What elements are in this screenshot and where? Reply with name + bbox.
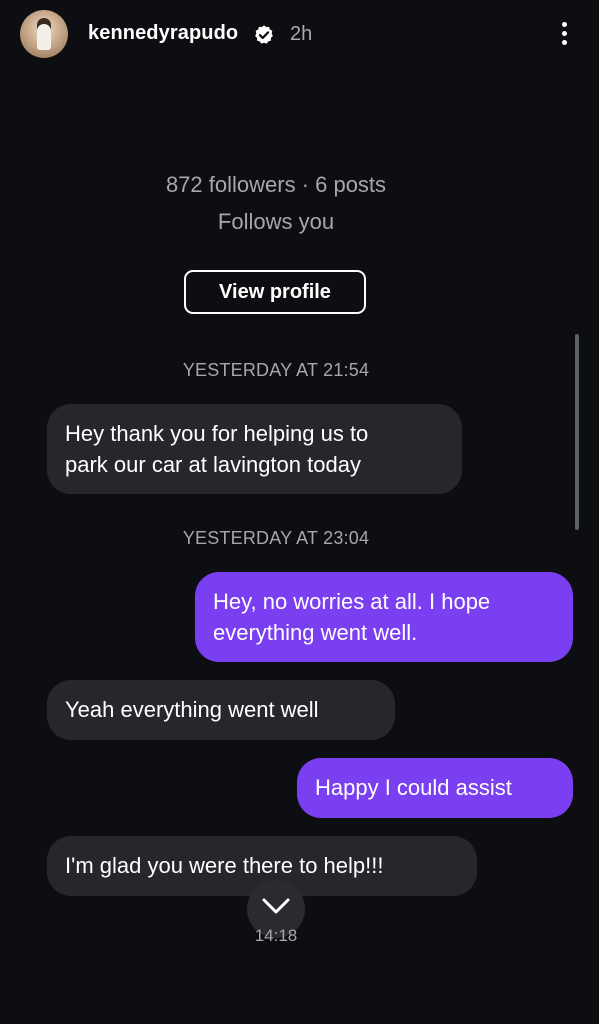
- username[interactable]: kennedyrapudo: [88, 22, 238, 45]
- view-profile-button[interactable]: View profile: [184, 270, 366, 314]
- message-time: 14:18: [254, 926, 298, 945]
- message-line: park our car at lavington today: [65, 452, 361, 477]
- incoming-message[interactable]: Hey thank you for helping us to park our…: [47, 404, 462, 494]
- follows-you-label: Follows you: [217, 209, 335, 234]
- more-vertical-icon[interactable]: [552, 16, 578, 52]
- profile-stats: 872 followers · 6 posts: [165, 172, 387, 197]
- post-time: 2h: [290, 23, 313, 45]
- message-line: Yeah everything went well: [65, 697, 319, 722]
- scrollbar[interactable]: [575, 334, 579, 530]
- message-line: Happy I could assist: [315, 775, 512, 800]
- outgoing-message[interactable]: Happy I could assist: [297, 758, 573, 818]
- message-line: Hey thank you for helping us to: [65, 421, 369, 446]
- message-line: Hey, no worries at all. I hope: [213, 589, 491, 614]
- message-timestamp: YESTERDAY AT 21:54: [182, 360, 370, 380]
- message-timestamp: YESTERDAY AT 23:04: [182, 528, 370, 548]
- outgoing-message[interactable]: Hey, no worries at all. I hope everythin…: [195, 572, 573, 662]
- message-line: I'm glad you were there to help!!!: [65, 853, 384, 878]
- avatar[interactable]: [20, 10, 68, 58]
- chevron-down-icon: [262, 898, 290, 914]
- dm-screen: kennedyrapudo 2h 872 followers · 6 posts…: [0, 0, 599, 1024]
- header-bar: kennedyrapudo 2h: [0, 0, 599, 70]
- message-line: everything went well.: [213, 620, 418, 645]
- avatar-figure: [37, 18, 51, 50]
- incoming-message[interactable]: Yeah everything went well: [47, 680, 395, 740]
- verified-badge-icon: [255, 25, 273, 44]
